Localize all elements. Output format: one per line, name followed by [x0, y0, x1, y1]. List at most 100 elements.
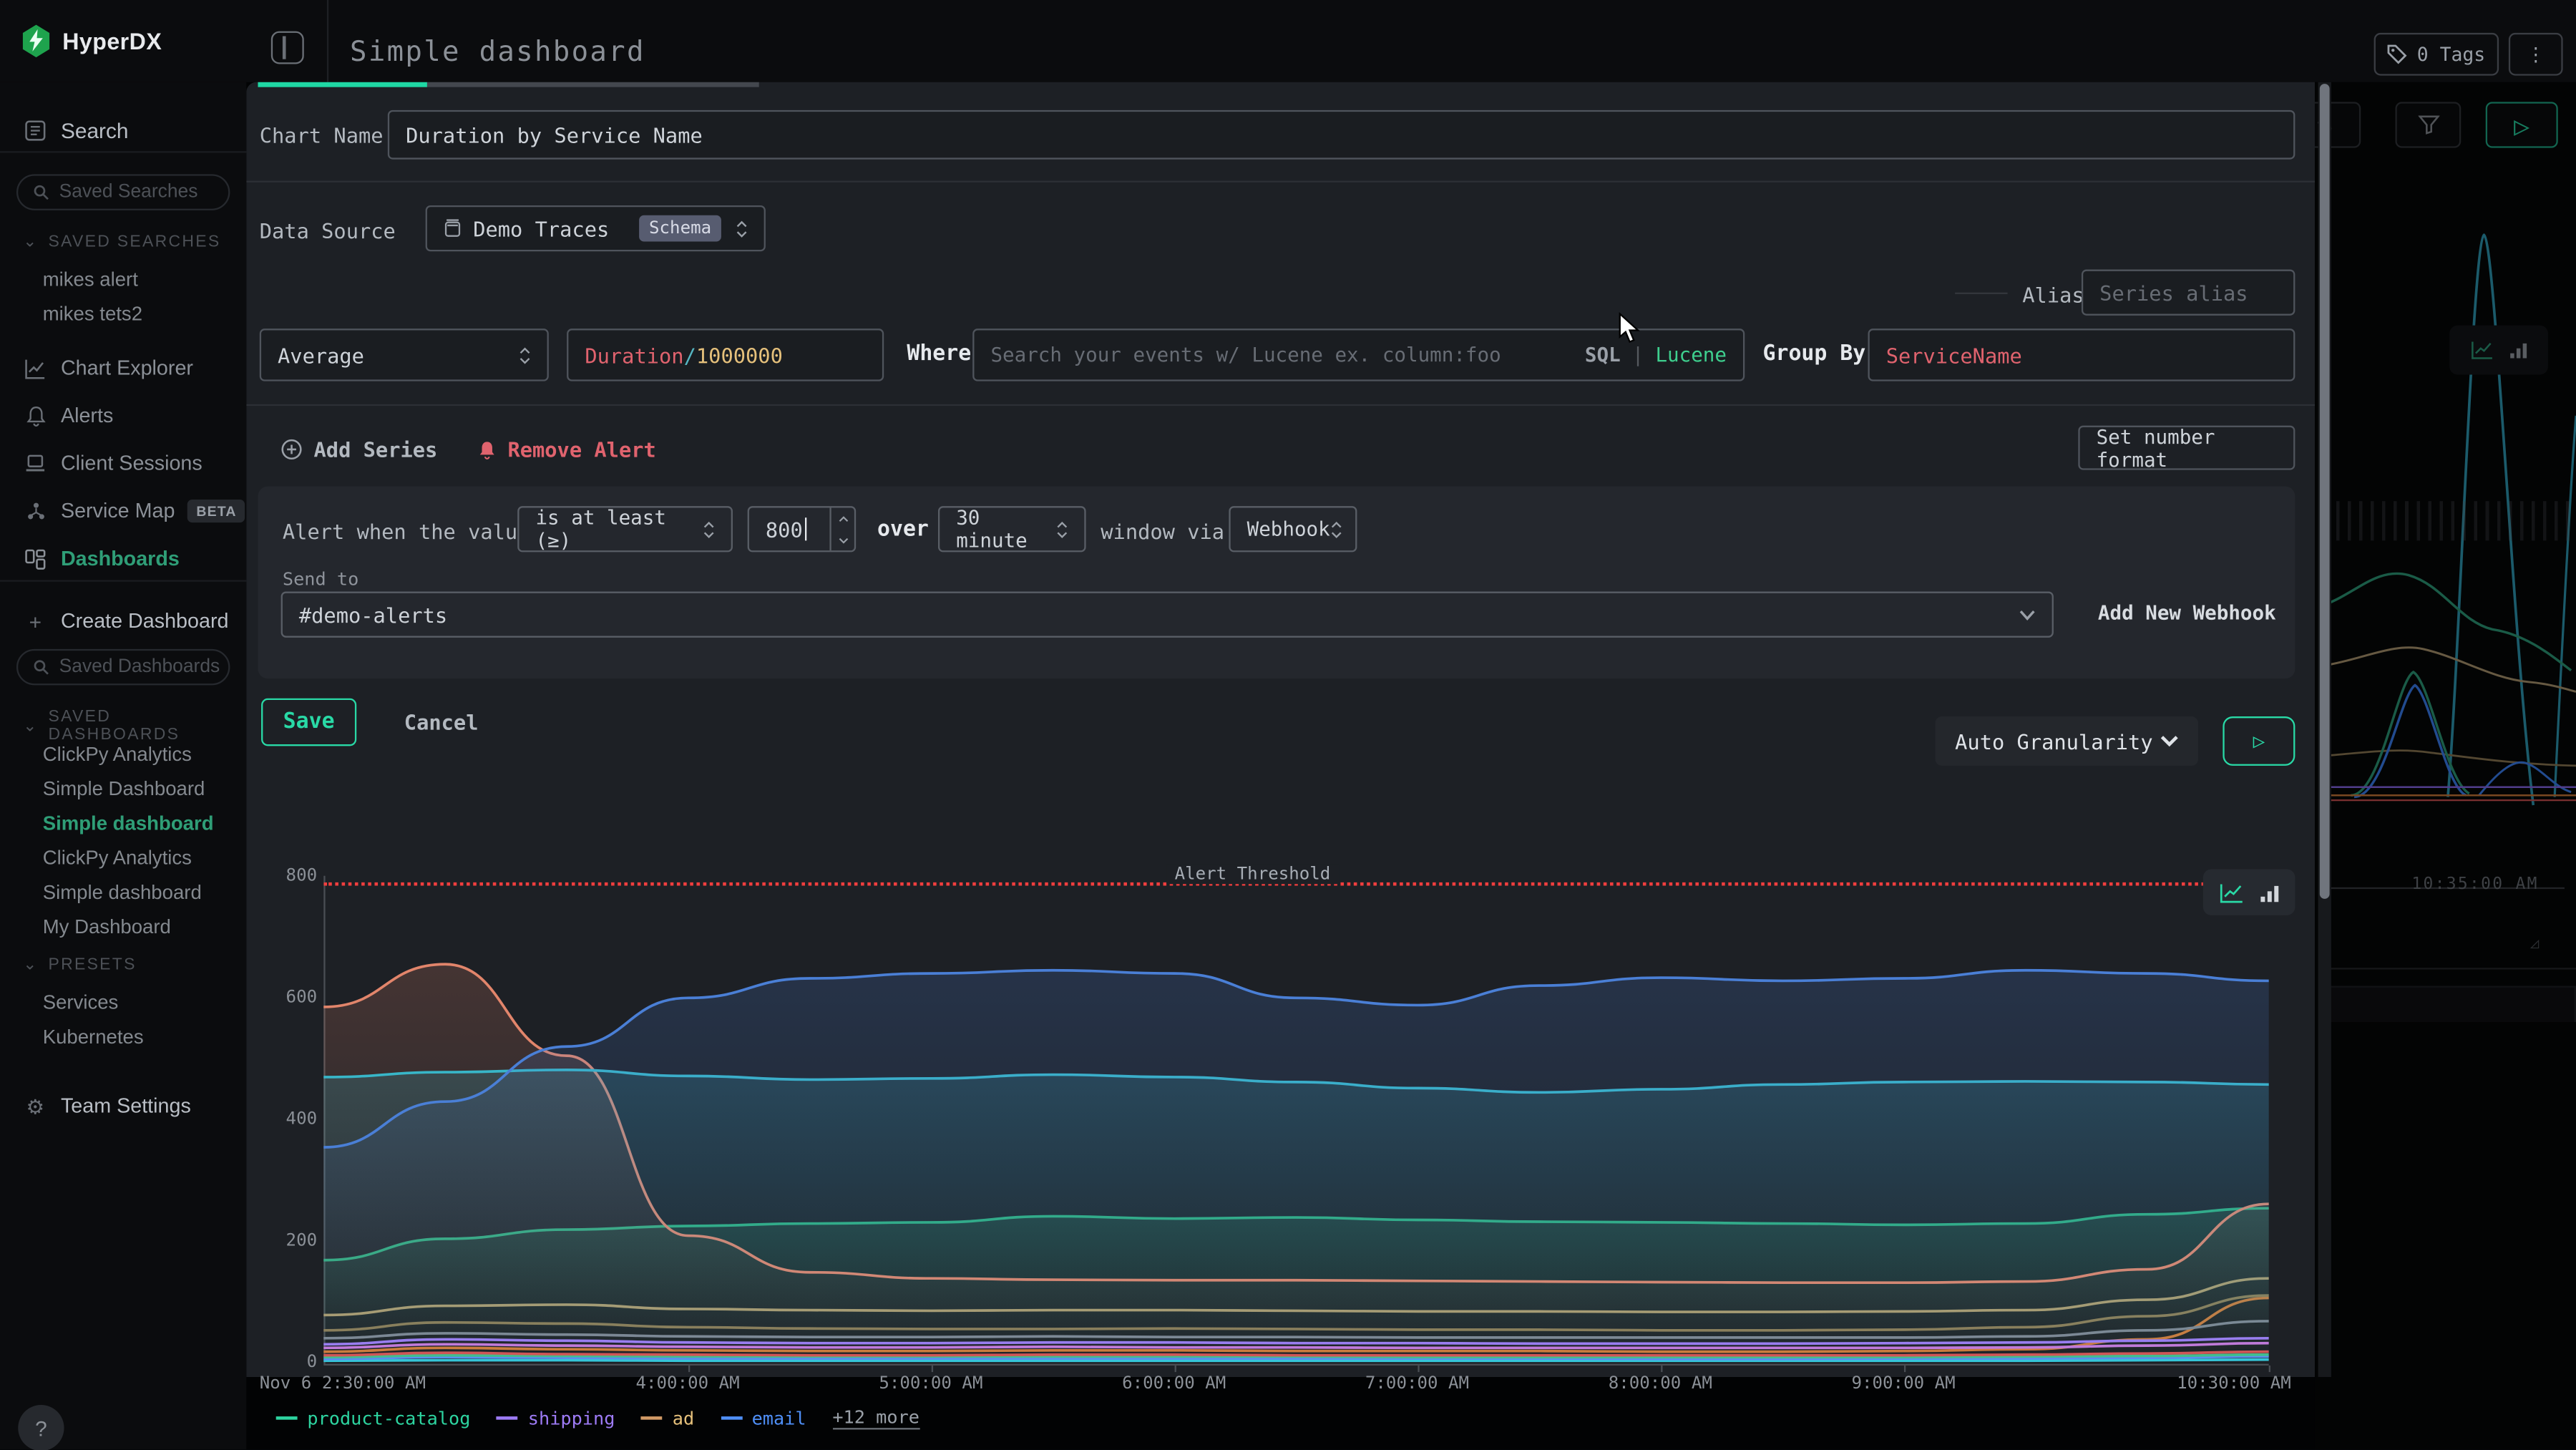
threshold-value: 800 — [766, 517, 803, 541]
legend-item[interactable]: ad — [641, 1407, 694, 1429]
dashboard-item[interactable]: My Dashboard — [43, 915, 240, 938]
legend-item[interactable]: shipping — [497, 1407, 615, 1429]
hyperdx-app: HyperDX Simple dashboard 0 Tags ⋮ Search… — [0, 0, 2576, 1449]
saved-dashboards-input[interactable]: Saved Dashboards — [16, 649, 230, 686]
run-chart-button[interactable]: ▷ — [2223, 716, 2295, 766]
topbar-divider — [327, 0, 328, 82]
saved-search-item[interactable]: mikes alert — [43, 268, 240, 291]
dashboard-item-active[interactable]: Simple dashboard — [43, 812, 240, 835]
alert-threshold-label: Alert Threshold — [1166, 865, 1339, 885]
send-to-label: Send to — [283, 568, 358, 590]
select-chevrons-icon — [1330, 520, 1342, 538]
chart-type-toggle[interactable] — [2203, 870, 2296, 915]
alert-bell-icon — [478, 439, 496, 459]
dashboard-item[interactable]: ClickPy Analytics — [43, 743, 240, 766]
create-dashboard-button[interactable]: + Create Dashboard — [0, 603, 246, 640]
page-title: Simple dashboard — [350, 37, 645, 69]
legend-dash — [276, 1416, 298, 1420]
alert-channel-select[interactable]: Webhook — [1229, 506, 1357, 552]
dashboard-item[interactable]: Simple dashboard — [43, 881, 240, 904]
x-tick: 7:00:00 AM — [1365, 1373, 1469, 1393]
sidebar-item-dashboards[interactable]: Dashboards — [0, 540, 246, 577]
alert-config-panel: Alert when the value is at least (≥) 800… — [258, 487, 2295, 679]
legend-more-link[interactable]: +12 more — [832, 1406, 919, 1429]
text-caret — [804, 517, 806, 540]
sidebar-item-service-map[interactable]: Service Map BETA — [0, 493, 246, 530]
group-by-input[interactable]: ServiceName — [1868, 329, 2295, 381]
sidebar-item-team-settings[interactable]: ⚙ Team Settings — [0, 1088, 246, 1124]
saved-dashboards-placeholder: Saved Dashboards — [59, 657, 220, 677]
set-number-format-button[interactable]: Set number format — [2078, 426, 2295, 470]
where-label: Where — [907, 342, 971, 366]
chevron-down-icon: ⌄ — [23, 717, 39, 735]
magnifier-icon — [33, 659, 49, 676]
legend-item[interactable]: email — [721, 1407, 806, 1429]
add-new-webhook-button[interactable]: Add New Webhook — [2098, 601, 2276, 624]
preset-item[interactable]: Services — [43, 991, 240, 1013]
alert-condition-select[interactable]: is at least (≥) — [517, 506, 733, 552]
cancel-button[interactable]: Cancel — [404, 699, 479, 746]
saved-dashboards-header[interactable]: ⌄ SAVED DASHBOARDS — [23, 709, 246, 745]
sidebar-item-chart-explorer[interactable]: Chart Explorer — [0, 350, 246, 386]
progress-track — [427, 82, 759, 87]
saved-searches-placeholder: Saved Searches — [59, 183, 198, 203]
webhook-value: #demo-alerts — [299, 602, 447, 626]
webhook-select[interactable]: #demo-alerts — [281, 592, 2054, 638]
aggregation-select[interactable]: Average — [260, 329, 549, 381]
sidebar-collapse-icon[interactable] — [271, 31, 304, 64]
chart-name-input[interactable]: Duration by Service Name — [388, 110, 2296, 160]
modal-scrollbar-thumb[interactable] — [2320, 84, 2330, 899]
saved-searches-header[interactable]: ⌄ SAVED SEARCHES — [23, 233, 220, 251]
alias-placeholder: Series alias — [2099, 280, 2248, 304]
tag-icon — [2387, 44, 2407, 64]
over-label: over — [877, 517, 929, 542]
data-source-select[interactable]: Demo Traces Schema — [426, 205, 766, 251]
remove-alert-button[interactable]: Remove Alert — [478, 437, 656, 462]
sidebar-item-search[interactable]: Search — [0, 112, 246, 148]
chevron-down-icon: ⌄ — [23, 956, 39, 974]
alert-prefix-label: Alert when the value — [283, 520, 530, 544]
sidebar-item-alerts[interactable]: Alerts — [0, 398, 246, 434]
sidebar-divider — [0, 580, 246, 581]
chevron-down-icon: ⌄ — [23, 233, 39, 251]
legend-dash — [497, 1416, 518, 1420]
window-via-label: window via — [1101, 520, 1224, 544]
field-expression-input[interactable]: Duration/1000000 — [567, 329, 884, 381]
hyperdx-logo[interactable]: HyperDX — [21, 24, 162, 57]
expression-operator: / — [684, 343, 696, 367]
granularity-select[interactable]: Auto Granularity — [1936, 716, 2198, 766]
alert-threshold-input[interactable]: 800 — [748, 506, 857, 552]
search-doc-icon — [23, 119, 47, 140]
where-placeholder: Search your events w/ Lucene ex. column:… — [990, 344, 1501, 366]
preset-item[interactable]: Kubernetes — [43, 1026, 240, 1048]
select-chevrons-icon — [703, 520, 715, 538]
group-by-label: Group By — [1763, 342, 1866, 366]
dashboard-item[interactable]: ClickPy Analytics — [43, 846, 240, 869]
dashboard-item[interactable]: Simple Dashboard — [43, 777, 240, 800]
help-button[interactable]: ? — [18, 1405, 64, 1450]
saved-searches-input[interactable]: Saved Searches — [16, 174, 230, 210]
beta-badge: BETA — [188, 500, 245, 522]
schema-badge: Schema — [639, 215, 721, 242]
chevron-down-icon — [2160, 734, 2178, 747]
number-stepper[interactable] — [829, 507, 854, 550]
gear-icon: ⚙ — [23, 1094, 47, 1118]
alias-connector-line — [1955, 293, 2007, 294]
logo-text: HyperDX — [62, 28, 162, 54]
legend-item[interactable]: product-catalog — [276, 1407, 471, 1429]
dashboards-icon — [23, 548, 47, 570]
saved-search-item[interactable]: mikes tets2 — [43, 302, 240, 325]
alert-window-select[interactable]: 30 minute — [938, 506, 1086, 552]
preview-chart: 800 600 400 200 0 Alert Threshold Nov 6 … — [246, 772, 2315, 1377]
sql-toggle[interactable]: SQL — [1585, 344, 1621, 366]
add-series-button[interactable]: Add Series — [281, 437, 438, 462]
tags-button[interactable]: 0 Tags — [2374, 33, 2499, 76]
lucene-toggle[interactable]: Lucene — [1655, 344, 1727, 366]
chart-name-label: Chart Name — [260, 123, 384, 147]
sidebar-item-client-sessions[interactable]: Client Sessions — [0, 445, 246, 482]
kebab-menu-button[interactable]: ⋮ — [2509, 33, 2563, 76]
laptop-icon — [23, 454, 47, 474]
alias-input[interactable]: Series alias — [2082, 270, 2295, 316]
presets-header[interactable]: ⌄ PRESETS — [23, 956, 137, 974]
save-button[interactable]: Save — [261, 699, 356, 746]
